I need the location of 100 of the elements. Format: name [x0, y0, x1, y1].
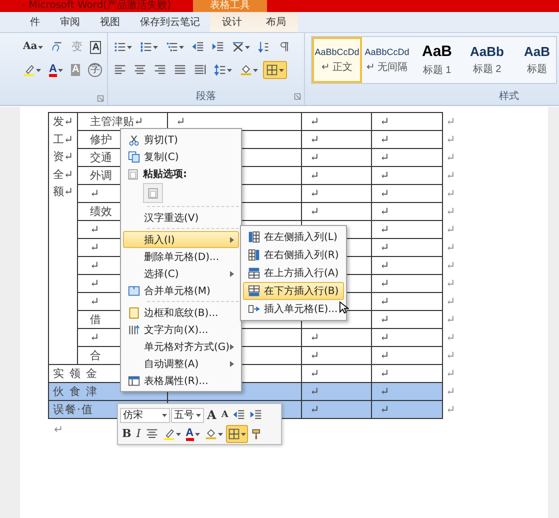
- paragraph-mark: ↵: [442, 310, 458, 328]
- insert-column-right-icon: [248, 249, 260, 261]
- paragraph-mark: ↵: [442, 184, 458, 202]
- table-cell: ↵: [372, 256, 442, 274]
- paragraph-mark: ↵: [442, 400, 458, 418]
- menu-item[interactable]: 插入(I): [123, 231, 239, 248]
- caret-icon: [36, 68, 41, 72]
- sort-icon: [258, 41, 270, 53]
- caret-icon: [194, 432, 200, 436]
- table-cell: ↵: [372, 166, 442, 184]
- table-cell: ↵: [302, 130, 372, 148]
- ribbon-tab[interactable]: 设计: [210, 12, 254, 32]
- caret-icon: [227, 68, 232, 72]
- dialog-launcher-icon[interactable]: [97, 95, 104, 102]
- highlighter-icon: [23, 64, 35, 76]
- align-center-icon: [134, 64, 146, 76]
- align-left-icon: [114, 64, 126, 76]
- style-item[interactable]: AaBbCcDd ↵ 正文: [312, 37, 362, 83]
- paragraph-mark: ↵: [442, 202, 458, 220]
- paragraph-mark: ↵: [442, 256, 458, 274]
- submenu-arrow-icon: [230, 344, 234, 350]
- table-cell: ↵: [372, 382, 442, 400]
- paragraph-mark: ↵: [442, 292, 458, 310]
- style-item[interactable]: AaBbCcDd ↵ 无间隔: [362, 37, 412, 83]
- style-item[interactable]: AaBb 标题 2: [462, 37, 512, 83]
- justify-icon: [174, 64, 186, 76]
- scissors-icon: [128, 134, 140, 146]
- italic-button[interactable]: I: [134, 425, 143, 443]
- contextual-tab-header: 表格工具: [193, 0, 267, 12]
- table-cell: 发↵ 工↵ 资↵ 全↵ 额↵: [48, 112, 78, 364]
- dialog-launcher-icon[interactable]: [294, 93, 301, 100]
- font-field[interactable]: 仿宋: [120, 408, 170, 422]
- caret-icon: [218, 432, 223, 436]
- highlighter-icon: [162, 428, 175, 440]
- table-cell: ↵: [302, 400, 372, 418]
- grow-font-button[interactable]: A: [205, 406, 218, 424]
- text-direction-icon: [128, 324, 140, 336]
- paragraph-mark: ↵: [442, 238, 458, 256]
- table-cell: ↵: [372, 328, 442, 346]
- merge-cells-icon: [128, 284, 140, 296]
- table-cell: ↵: [302, 382, 372, 400]
- menu-item[interactable]: 在下方插入行(B): [243, 282, 344, 300]
- clipboard-icon: [147, 187, 159, 199]
- borders-button[interactable]: [226, 425, 248, 443]
- ribbon-tab[interactable]: 保存到云笔记: [130, 12, 210, 32]
- paragraph-mark: ↵: [442, 346, 458, 364]
- table-cell: ↵: [302, 148, 372, 166]
- ribbon-tab[interactable]: 布局: [254, 12, 298, 32]
- paragraph-mark: ↵: [442, 130, 458, 148]
- paragraph-mark: ↵: [442, 166, 458, 184]
- numbered-list-icon: [140, 41, 152, 53]
- font-color-button[interactable]: A: [46, 61, 66, 79]
- table-cell: ↵: [372, 310, 442, 328]
- ribbon-tab[interactable]: 件: [20, 12, 50, 32]
- caret-icon: [58, 68, 63, 72]
- ribbon-tab[interactable]: 视图: [90, 12, 130, 32]
- paragraph-mark: ↵: [442, 148, 458, 166]
- decrease-indent-icon: [192, 41, 204, 53]
- paragraph-mark-icon: [278, 41, 290, 53]
- font-color-button[interactable]: A: [184, 425, 202, 443]
- multilevel-list-icon: [166, 41, 178, 53]
- line-spacing-icon: [214, 64, 226, 76]
- caret-icon: [279, 68, 284, 72]
- caret-icon: [245, 46, 250, 48]
- menu-item[interactable]: 在右侧插入列(R): [243, 246, 344, 264]
- table-cell: ↵: [372, 274, 442, 292]
- group-label: 段落: [196, 91, 216, 102]
- caret-icon: [253, 68, 258, 72]
- borders-icon: [228, 428, 240, 440]
- menu-item[interactable]: 在上方插入行(A): [243, 264, 344, 282]
- menu-item[interactable]: 在左侧插入列(L): [243, 228, 344, 246]
- style-item[interactable]: AaB 标题: [512, 37, 556, 83]
- character-border-button[interactable]: A: [87, 38, 104, 56]
- table-cell: ↵: [372, 148, 442, 166]
- ribbon-tab[interactable]: 审阅: [50, 12, 90, 32]
- shrink-font-button[interactable]: A: [219, 406, 230, 424]
- paint-bucket-icon: [240, 64, 252, 76]
- paste-option-button[interactable]: [143, 183, 163, 203]
- insert-column-left-icon: [248, 231, 260, 243]
- bold-button[interactable]: B: [120, 425, 134, 443]
- borders-button[interactable]: [263, 61, 287, 79]
- copy-icon: [128, 150, 140, 162]
- font-size-field[interactable]: 五号: [171, 408, 204, 422]
- distribute-icon: [194, 64, 206, 76]
- table-cell: ↵: [372, 346, 442, 364]
- table-cell: ↵: [302, 166, 372, 184]
- paint-bucket-icon: [204, 428, 217, 440]
- table-cell: ↵: [372, 400, 442, 418]
- caret-icon: [38, 46, 44, 48]
- paragraph-mark: ↵: [442, 382, 458, 400]
- table-cell: ↵: [372, 202, 442, 220]
- style-item[interactable]: AaB 标题 1: [412, 37, 462, 83]
- caret-icon: [176, 432, 181, 436]
- table-cell: ↵: [372, 292, 442, 310]
- table-cell: ↵: [302, 346, 372, 364]
- insert-row-below-icon: [248, 285, 260, 297]
- decrease-indent-icon: [233, 409, 246, 421]
- align-center-icon: [146, 428, 158, 440]
- caret-icon: [153, 46, 158, 48]
- change-case-button[interactable]: Aa: [20, 38, 46, 56]
